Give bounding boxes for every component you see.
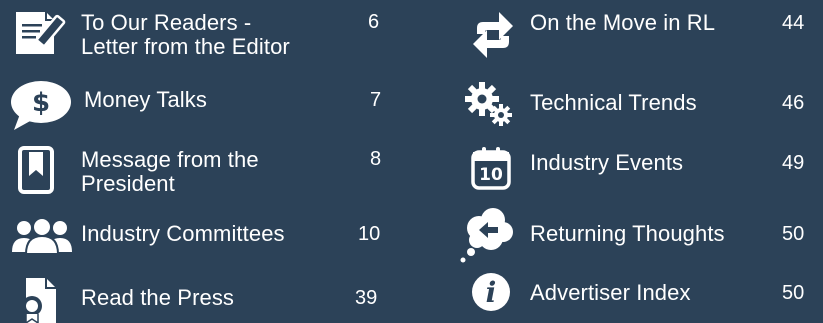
toc-entry-title: Message from the President [81,147,259,196]
toc-entry-industry-events[interactable]: 10 Industry Events 49 [455,140,823,196]
calendar-day-number: 10 [479,165,503,185]
table-of-contents: { "toc": { "left": [ {"icon": "pencil-do… [0,0,823,323]
toc-entry-page: 49 [782,152,805,174]
group-people-icon [10,218,74,254]
toc-entry-letter-from-editor[interactable]: To Our Readers - Letter from the Editor … [0,0,400,60]
toc-entry-read-the-press[interactable]: Read the Press 39 [0,270,400,323]
toc-entry-title: Returning Thoughts [530,221,725,246]
toc-entry-returning-thoughts[interactable]: Returning Thoughts 50 [455,204,823,264]
press-document-icon [18,276,64,323]
toc-entry-title: Technical Trends [530,90,697,115]
toc-entry-title: Industry Events [530,150,684,175]
info-icon: i [471,272,511,312]
toc-entry-page: 7 [370,89,382,111]
calendar-icon: 10 [471,146,511,190]
toc-entry-title: To Our Readers - Letter from the Editor [81,10,290,59]
thought-bubble-icon [457,204,519,266]
toc-entry-title: Advertiser Index [530,280,691,305]
toc-entry-page: 44 [782,12,805,34]
toc-entry-money-talks[interactable]: $ Money Talks 7 [0,74,400,134]
toc-entry-page: 10 [358,223,381,245]
toc-entry-page: 6 [368,11,380,33]
toc-entry-page: 50 [782,223,805,245]
toc-entry-message-from-president[interactable]: Message from the President 8 [0,142,400,202]
toc-entry-page: 8 [370,148,382,170]
toc-entry-on-the-move[interactable]: On the Move in RL 44 [455,0,823,60]
pencil-document-icon [10,8,66,58]
toc-entry-page: 50 [782,282,805,304]
toc-entry-title: Read the Press [81,285,235,310]
bookmark-icon [18,146,54,194]
move-arrows-icon [471,10,515,60]
svg-text:$: $ [32,88,50,118]
gears-icon [465,82,513,128]
svg-text:i: i [486,276,497,309]
toc-entry-industry-committees[interactable]: Industry Committees 10 [0,212,400,262]
dollar-speech-bubble-icon: $ [10,76,74,132]
toc-entry-advertiser-index[interactable]: i Advertiser Index 50 [455,270,823,323]
toc-entry-title: On the Move in RL [530,10,716,35]
toc-entry-page: 46 [782,92,805,114]
toc-entry-title: Industry Committees [81,221,285,246]
toc-entry-title: Money Talks [84,87,207,112]
toc-entry-technical-trends[interactable]: Technical Trends 46 [455,78,823,134]
toc-entry-page: 39 [355,287,378,309]
